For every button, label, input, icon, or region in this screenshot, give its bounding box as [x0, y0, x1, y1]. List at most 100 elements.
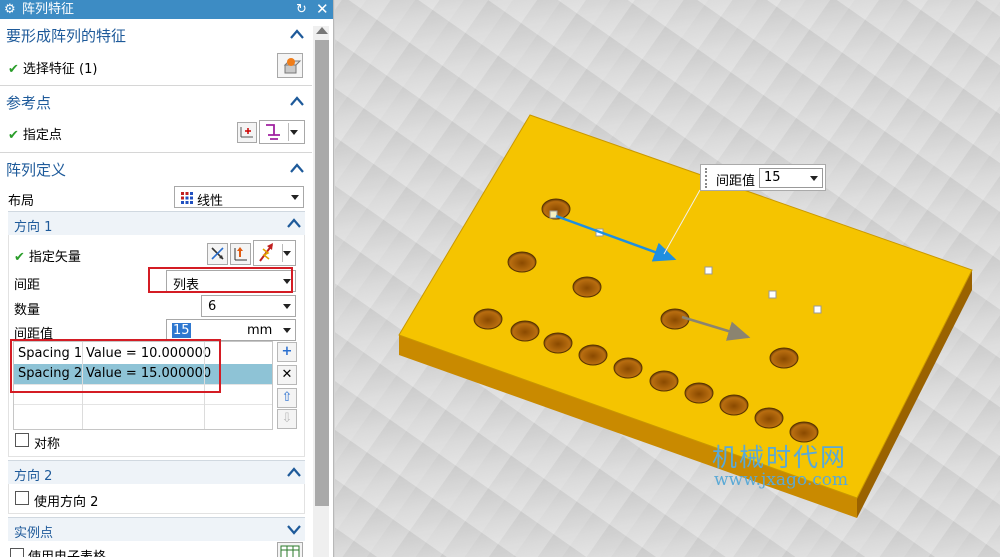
symmetric-label: 对称 — [34, 437, 61, 452]
vector-axis-icon — [234, 247, 247, 261]
arrow-up-icon: ⇧ — [281, 390, 293, 405]
direction1-title: 方向 1 — [14, 220, 53, 235]
instance-header[interactable]: 实例点 — [8, 517, 305, 541]
chevron-down-icon — [291, 195, 299, 200]
chevron-down-icon — [810, 176, 818, 181]
move-up-button[interactable]: ⇧ — [277, 388, 297, 408]
hole — [613, 357, 643, 379]
count-value: 6 — [208, 299, 217, 314]
model-view[interactable] — [335, 0, 1000, 557]
hole — [543, 332, 573, 354]
direction2-header[interactable]: 方向 2 — [8, 460, 305, 484]
arrow-down-icon: ⇩ — [281, 411, 293, 426]
hole — [719, 394, 749, 416]
point-type-icon — [266, 124, 280, 140]
gear-icon[interactable]: ⚙ — [4, 0, 16, 19]
pitch-input[interactable]: 15 mm — [166, 319, 296, 341]
section-title-reference[interactable]: 参考点 — [6, 92, 51, 113]
pattern-feature-dialog: ⚙ 阵列特征 ↻ ✕ 要形成阵列的特征 ✔ 选择特征 (1) 参考点 ✔ 指定点 阵… — [0, 0, 334, 557]
separator — [0, 152, 312, 153]
popup-value-dropdown[interactable]: 15 — [759, 168, 823, 188]
select-feature-button[interactable] — [277, 53, 303, 78]
delete-icon: ✕ — [281, 367, 293, 382]
linear-grid-icon — [181, 192, 193, 204]
delete-spacing-button[interactable]: ✕ — [277, 365, 297, 385]
add-icon: + — [281, 344, 293, 359]
vector-type-dropdown[interactable] — [253, 240, 296, 266]
symmetric-checkbox[interactable] — [15, 433, 29, 447]
layout-dropdown[interactable]: 线性 — [174, 186, 304, 209]
section-title-pattern[interactable]: 阵列定义 — [6, 159, 66, 180]
direction1-header[interactable]: 方向 1 — [8, 211, 305, 235]
preview-point — [813, 305, 822, 314]
spacing-label: 间距 — [14, 278, 41, 293]
hole — [684, 382, 714, 404]
layout-value: 线性 — [197, 194, 224, 209]
hole — [473, 308, 503, 330]
reverse-direction-button[interactable] — [207, 243, 228, 265]
feature-cube-icon — [283, 58, 302, 74]
separator — [0, 85, 312, 86]
pitch-value: 15 — [172, 323, 191, 338]
reset-icon[interactable]: ↻ — [296, 0, 307, 19]
check-icon: ✔ — [8, 62, 19, 77]
graphics-viewport[interactable] — [335, 0, 1000, 557]
add-spacing-button[interactable]: + — [277, 342, 297, 362]
point-plus-icon — [240, 127, 253, 138]
popup-label: 间距值 — [716, 174, 756, 189]
chevron-up-icon[interactable] — [289, 95, 305, 107]
chevron-down-icon — [283, 304, 291, 309]
inferred-vector-icon — [259, 243, 273, 262]
specify-vector-row[interactable]: ✔ 指定矢量 — [14, 246, 81, 265]
direction2-group — [8, 484, 305, 514]
preview-point — [704, 266, 713, 275]
hole — [754, 407, 784, 429]
highlight-box-spacing — [148, 267, 293, 293]
hole — [572, 276, 602, 298]
point-type-dropdown[interactable] — [259, 120, 305, 144]
chevron-up-icon[interactable] — [286, 466, 302, 478]
hole — [507, 251, 537, 273]
chevron-up-icon[interactable] — [289, 28, 305, 40]
count-label: 数量 — [14, 303, 41, 318]
check-icon: ✔ — [14, 250, 25, 265]
vector-dialog-button[interactable] — [230, 243, 251, 265]
use-spreadsheet-checkbox[interactable] — [10, 548, 24, 557]
spacing-value-popup[interactable]: 间距值 15 — [700, 164, 826, 191]
move-down-button[interactable]: ⇩ — [277, 409, 297, 429]
list-gridline — [14, 404, 272, 405]
spreadsheet-button[interactable] — [277, 542, 303, 557]
instance-title: 实例点 — [14, 526, 54, 541]
reverse-direction-icon — [211, 247, 224, 260]
select-feature-row[interactable]: ✔ 选择特征 (1) — [8, 58, 97, 77]
popup-value: 15 — [764, 170, 781, 185]
hole — [578, 344, 608, 366]
watermark-text: 机械时代网 — [712, 443, 848, 472]
scroll-up-icon[interactable] — [316, 27, 328, 34]
drag-handle-icon[interactable] — [705, 168, 709, 188]
layout-label: 布局 — [8, 194, 35, 209]
spreadsheet-icon — [280, 545, 300, 557]
specify-vector-label: 指定矢量 — [28, 250, 81, 265]
close-icon[interactable]: ✕ — [316, 0, 329, 19]
dialog-title-bar: ⚙ 阵列特征 ↻ ✕ — [0, 0, 333, 19]
preview-point — [768, 290, 777, 299]
check-icon: ✔ — [8, 128, 19, 143]
chevron-down-icon — [283, 328, 291, 333]
use-spreadsheet-label: 使用电子表格 — [28, 546, 106, 557]
chevron-up-icon[interactable] — [286, 217, 302, 229]
dialog-title: 阵列特征 — [22, 2, 75, 17]
hole — [649, 370, 679, 392]
highlight-box-list — [10, 339, 221, 393]
specify-point-row[interactable]: ✔ 指定点 — [8, 124, 62, 143]
chevron-up-icon[interactable] — [289, 162, 305, 174]
direction2-title: 方向 2 — [14, 469, 53, 484]
point-dialog-button[interactable] — [237, 122, 257, 143]
count-input[interactable]: 6 — [201, 295, 296, 317]
chevron-down-icon[interactable] — [286, 523, 302, 535]
pitch-unit: mm — [247, 323, 273, 338]
select-feature-label: 选择特征 (1) — [22, 62, 98, 77]
section-title-features[interactable]: 要形成阵列的特征 — [6, 25, 126, 46]
hole — [510, 320, 540, 342]
scrollbar-thumb[interactable] — [315, 40, 329, 506]
